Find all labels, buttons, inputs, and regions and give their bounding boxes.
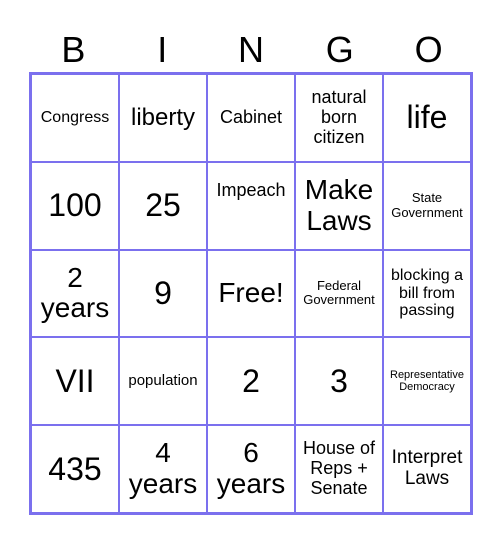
bingo-cell[interactable]: 25 [119, 161, 207, 250]
bingo-cell[interactable]: natural born citizen [295, 74, 383, 162]
bingo-cell[interactable]: 9 [119, 249, 207, 338]
bingo-cell[interactable]: 435 [31, 425, 119, 513]
bingo-cell[interactable]: life [383, 74, 471, 162]
bingo-cell[interactable]: VII [31, 337, 119, 426]
bingo-header: B I N G O [29, 28, 473, 72]
bingo-cell[interactable]: 4 years [119, 425, 207, 513]
header-letter-n: N [237, 29, 264, 70]
bingo-cell[interactable]: blocking a bill from passing [383, 249, 471, 338]
header-letter-i: I [157, 29, 168, 70]
bingo-cell[interactable]: 2 [207, 337, 295, 426]
bingo-cell[interactable]: 100 [31, 161, 119, 250]
bingo-cell[interactable]: 3 [295, 337, 383, 426]
free-space-cell[interactable]: Free! [207, 249, 295, 338]
bingo-cell[interactable]: Interpret Laws [383, 425, 471, 513]
header-letter-b: B [61, 29, 86, 70]
bingo-cell[interactable]: Representative Democracy [383, 337, 471, 426]
bingo-cell[interactable]: Impeach [207, 161, 295, 250]
bingo-cell[interactable]: Federal Government [295, 249, 383, 338]
bingo-cell[interactable]: Cabinet [207, 74, 295, 162]
header-letter-g: G [325, 29, 354, 70]
bingo-cell[interactable]: population [119, 337, 207, 426]
bingo-cell[interactable]: Make Laws [295, 161, 383, 250]
bingo-cell[interactable]: House of Reps + Senate [295, 425, 383, 513]
bingo-cell[interactable]: liberty [119, 74, 207, 162]
bingo-cell[interactable]: 6 years [207, 425, 295, 513]
header-letter-o: O [414, 29, 443, 70]
bingo-cell[interactable]: 2 years [31, 249, 119, 338]
bingo-cell[interactable]: State Government [383, 161, 471, 250]
bingo-card-grid: Congress liberty Cabinet natural born ci… [29, 72, 473, 515]
bingo-cell[interactable]: Congress [31, 74, 119, 162]
